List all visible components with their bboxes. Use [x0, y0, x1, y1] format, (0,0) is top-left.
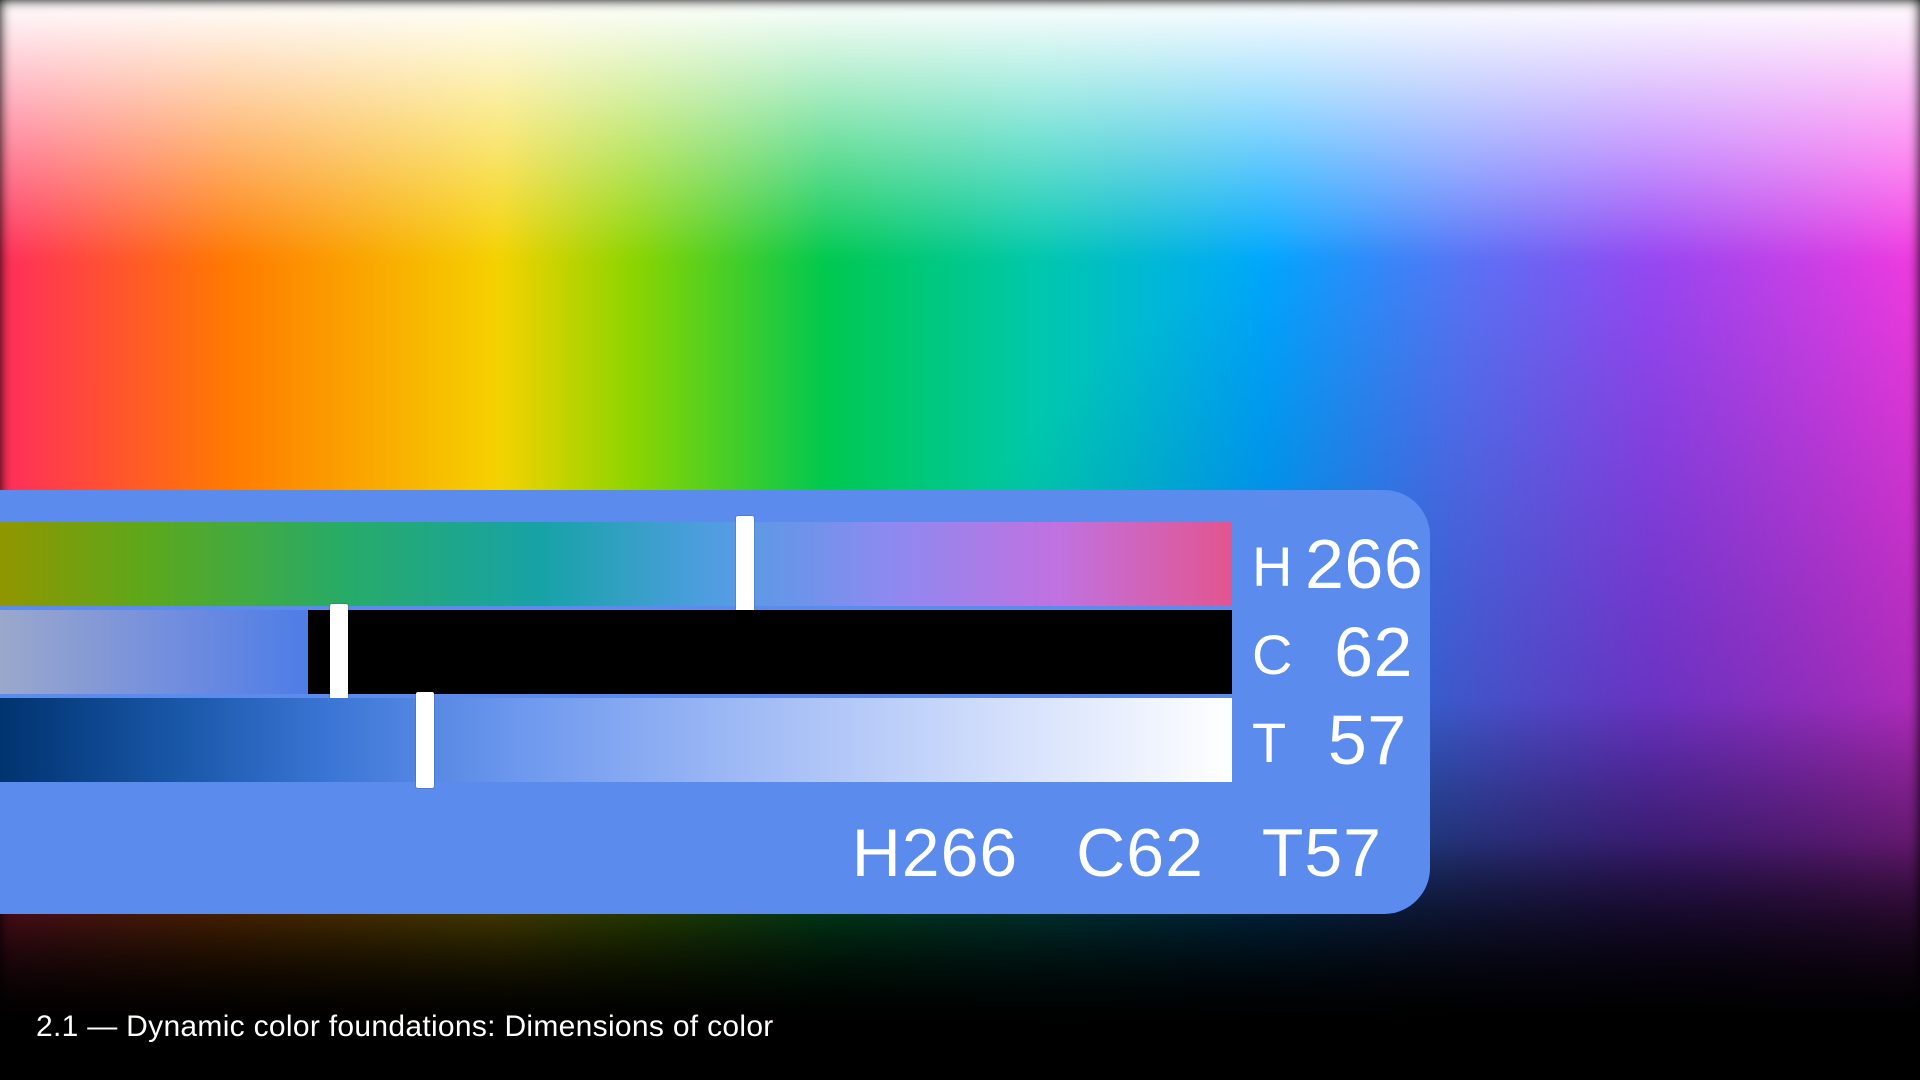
chroma-row: C 62 — [0, 608, 1390, 696]
chroma-slider-track[interactable] — [0, 610, 1232, 694]
chroma-value: 62 — [1305, 612, 1413, 692]
tone-readout: T 57 — [1232, 700, 1407, 780]
hct-summary: H266 C62 T57 — [852, 814, 1382, 892]
hue-row: H 266 — [0, 520, 1390, 608]
tone-value: 57 — [1299, 700, 1407, 780]
summary-c: C62 — [1076, 815, 1204, 891]
tone-key: T — [1252, 710, 1287, 775]
chroma-slider-thumb[interactable] — [330, 604, 348, 700]
hue-slider-track[interactable] — [0, 522, 1232, 606]
hue-readout: H 266 — [1232, 524, 1423, 604]
tone-slider-thumb[interactable] — [416, 692, 434, 788]
hue-key: H — [1252, 534, 1293, 599]
hue-slider-thumb[interactable] — [736, 516, 754, 612]
hct-slider-panel: H 266 C 62 T 57 H266 C62 T57 — [0, 490, 1430, 914]
chroma-key: C — [1252, 622, 1293, 687]
slide-caption: 2.1 — Dynamic color foundations: Dimensi… — [36, 1010, 774, 1044]
tone-row: T 57 — [0, 696, 1390, 784]
summary-t: T57 — [1262, 815, 1382, 891]
tone-slider-track[interactable] — [0, 698, 1232, 782]
chroma-readout: C 62 — [1232, 612, 1413, 692]
summary-h: H266 — [852, 815, 1019, 891]
hue-value: 266 — [1305, 524, 1423, 604]
